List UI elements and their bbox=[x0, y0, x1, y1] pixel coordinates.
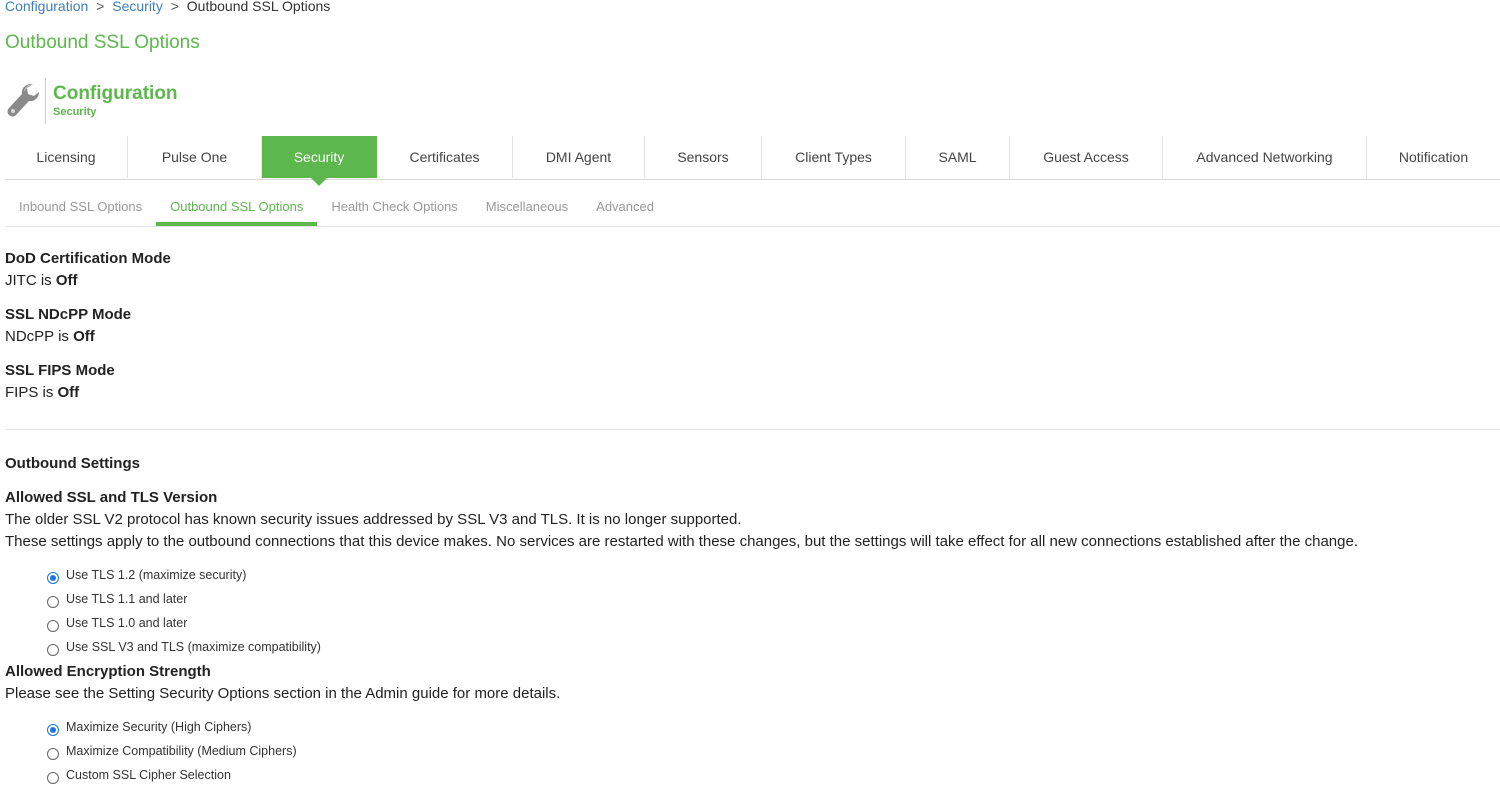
tab-client-types[interactable]: Client Types bbox=[762, 136, 906, 178]
sub-tabs: Inbound SSL Options Outbound SSL Options… bbox=[5, 190, 1500, 227]
tab-guest-access[interactable]: Guest Access bbox=[1010, 136, 1163, 178]
radio-label: Use TLS 1.2 (maximize security) bbox=[66, 568, 247, 582]
radio-high-ciphers[interactable]: Maximize Security (High Ciphers) bbox=[47, 716, 251, 738]
breadcrumb-security-link[interactable]: Security bbox=[112, 0, 163, 14]
field-value: JITC is Off bbox=[5, 270, 171, 292]
radio-label: Use SSL V3 and TLS (maximize compatibili… bbox=[66, 640, 321, 654]
radio-label: Use TLS 1.1 and later bbox=[66, 592, 188, 606]
radio-medium-ciphers[interactable]: Maximize Compatibility (Medium Ciphers) bbox=[47, 740, 297, 762]
subtab-advanced[interactable]: Advanced bbox=[582, 190, 668, 223]
field-value-prefix: NDcPP is bbox=[5, 328, 69, 345]
breadcrumb: Configuration > Security > Outbound SSL … bbox=[5, 0, 330, 14]
radio-button[interactable] bbox=[47, 772, 59, 784]
radio-button-selected[interactable] bbox=[47, 572, 59, 584]
field-value: FIPS is Off bbox=[5, 382, 115, 404]
subtab-miscellaneous[interactable]: Miscellaneous bbox=[472, 190, 582, 223]
encryption-strength-desc: Please see the Setting Security Options … bbox=[5, 685, 561, 702]
field-state: Off bbox=[57, 384, 80, 401]
breadcrumb-separator: > bbox=[96, 0, 105, 14]
tab-licensing[interactable]: Licensing bbox=[5, 136, 128, 178]
tab-security[interactable]: Security bbox=[262, 136, 377, 186]
field-title: SSL NDcPP Mode bbox=[5, 306, 132, 323]
field-value: NDcPP is Off bbox=[5, 326, 131, 348]
tls-version-title: Allowed SSL and TLS Version bbox=[5, 489, 218, 506]
field-value-prefix: JITC is bbox=[5, 272, 52, 289]
subtab-outbound-ssl-options[interactable]: Outbound SSL Options bbox=[156, 190, 318, 226]
ssl-ndcpp-mode: SSL NDcPP Mode NDcPP is Off bbox=[5, 304, 131, 348]
section-divider bbox=[5, 429, 1500, 430]
subtab-inbound-ssl-options[interactable]: Inbound SSL Options bbox=[5, 190, 156, 223]
field-title: DoD Certification Mode bbox=[5, 250, 171, 267]
radio-button[interactable] bbox=[47, 644, 59, 656]
tab-dmi-agent[interactable]: DMI Agent bbox=[513, 136, 645, 178]
subtab-health-check-options[interactable]: Health Check Options bbox=[317, 190, 471, 223]
radio-ssl-v3-tls[interactable]: Use SSL V3 and TLS (maximize compatibili… bbox=[47, 636, 321, 658]
breadcrumb-separator: > bbox=[170, 0, 179, 14]
section-header: Configuration Security bbox=[5, 78, 178, 124]
outbound-settings-heading: Outbound Settings bbox=[5, 455, 140, 472]
tab-saml[interactable]: SAML bbox=[906, 136, 1010, 178]
tab-notification[interactable]: Notification bbox=[1367, 136, 1500, 178]
radio-tls-1-0[interactable]: Use TLS 1.0 and later bbox=[47, 612, 187, 634]
radio-tls-1-1[interactable]: Use TLS 1.1 and later bbox=[47, 588, 187, 610]
radio-button[interactable] bbox=[47, 596, 59, 608]
radio-tls-1-2[interactable]: Use TLS 1.2 (maximize security) bbox=[47, 564, 246, 586]
section-title-block: Configuration Security bbox=[53, 83, 178, 119]
encryption-strength-title: Allowed Encryption Strength bbox=[5, 663, 211, 680]
dod-certification-mode: DoD Certification Mode JITC is Off bbox=[5, 248, 171, 292]
field-title: SSL FIPS Mode bbox=[5, 362, 115, 379]
tab-sensors[interactable]: Sensors bbox=[645, 136, 762, 178]
tls-version-desc-2: These settings apply to the outbound con… bbox=[5, 533, 1359, 550]
tab-advanced-networking[interactable]: Advanced Networking bbox=[1163, 136, 1367, 178]
radio-label: Use TLS 1.0 and later bbox=[66, 616, 188, 630]
page-title: Outbound SSL Options bbox=[5, 32, 200, 53]
field-state: Off bbox=[55, 272, 78, 289]
tls-version-desc-1: The older SSL V2 protocol has known secu… bbox=[5, 511, 742, 528]
radio-label: Maximize Security (High Ciphers) bbox=[66, 720, 252, 734]
wrench-icon bbox=[5, 78, 46, 124]
radio-custom-cipher[interactable]: Custom SSL Cipher Selection bbox=[47, 764, 231, 786]
main-tabs: Licensing Pulse One Security Certificate… bbox=[5, 136, 1500, 186]
field-value-prefix: FIPS is bbox=[5, 384, 54, 401]
radio-label: Maximize Compatibility (Medium Ciphers) bbox=[66, 744, 297, 758]
section-title: Configuration bbox=[53, 83, 178, 104]
breadcrumb-current: Outbound SSL Options bbox=[186, 0, 331, 14]
tab-certificates[interactable]: Certificates bbox=[377, 136, 513, 178]
field-state: Off bbox=[73, 328, 95, 345]
radio-button-selected[interactable] bbox=[47, 724, 59, 736]
tab-pulse-one[interactable]: Pulse One bbox=[128, 136, 262, 178]
ssl-fips-mode: SSL FIPS Mode FIPS is Off bbox=[5, 360, 115, 404]
radio-button[interactable] bbox=[47, 748, 59, 760]
radio-label: Custom SSL Cipher Selection bbox=[66, 768, 231, 782]
breadcrumb-configuration-link[interactable]: Configuration bbox=[5, 0, 88, 14]
radio-button[interactable] bbox=[47, 620, 59, 632]
section-subtitle: Security bbox=[53, 106, 97, 118]
